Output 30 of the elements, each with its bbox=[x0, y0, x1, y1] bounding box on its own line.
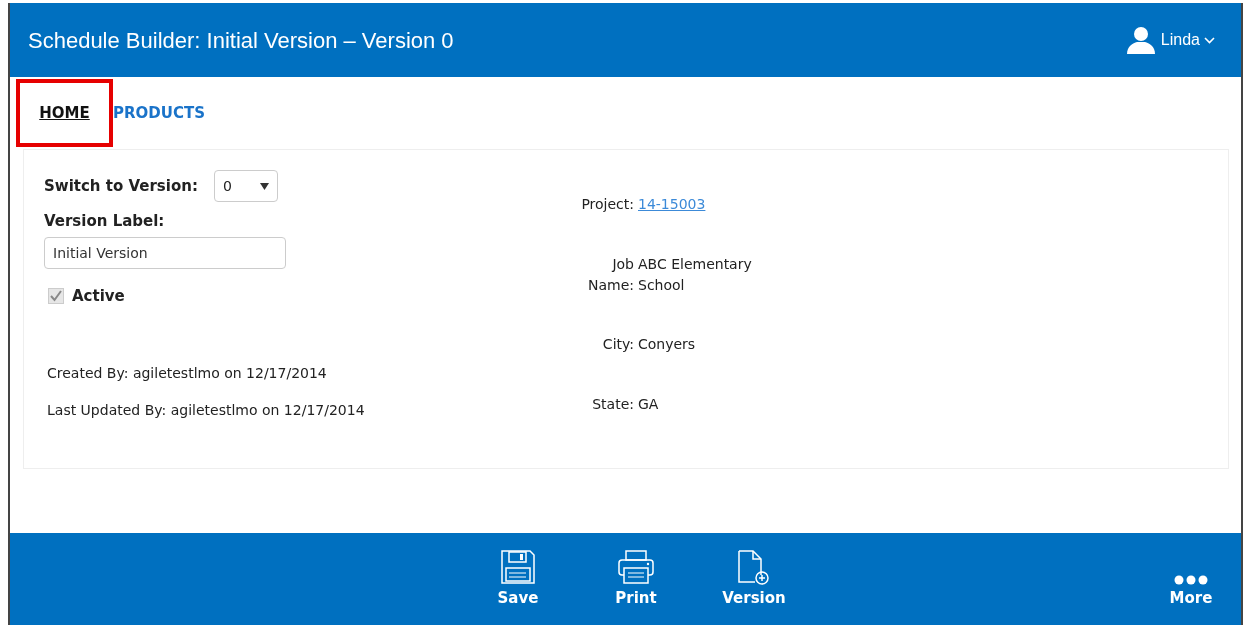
caret-icon bbox=[259, 182, 269, 190]
printer-icon bbox=[617, 548, 655, 585]
checkbox-label: Active bbox=[72, 285, 125, 307]
save-icon bbox=[500, 548, 536, 585]
project-link[interactable]: 14-15003 bbox=[638, 194, 778, 238]
detail-label: City: bbox=[601, 335, 634, 354]
audit-text: Last Updated By: agiletestlmo on 12/17/2014 bbox=[47, 401, 366, 420]
window-title: Schedule Builder: Initial Version – Version 0 bbox=[28, 26, 454, 55]
nav-tab[interactable]: HOME bbox=[39, 101, 90, 125]
toolbar-button[interactable]: Save bbox=[468, 548, 568, 609]
detail-value: ABC Elementary School bbox=[638, 254, 753, 295]
nav-tab[interactable]: PRODUCTS bbox=[113, 101, 205, 125]
field-label: Switch to Version: bbox=[44, 175, 198, 197]
detail-value: GA bbox=[638, 394, 660, 414]
toolbar-button[interactable]: Version bbox=[704, 548, 804, 609]
version-select[interactable]: 0 bbox=[213, 170, 278, 202]
more-icon bbox=[1174, 574, 1208, 585]
detail-value: Conyers bbox=[638, 335, 697, 354]
user-icon bbox=[1124, 26, 1157, 54]
version-label-field[interactable]: Initial Version bbox=[44, 236, 286, 269]
field-label: Version Label: bbox=[44, 211, 166, 232]
toolbar-button[interactable]: More bbox=[1141, 574, 1241, 609]
detail-label: Project: bbox=[580, 195, 634, 214]
new-document-icon bbox=[737, 548, 771, 585]
chevron-icon bbox=[1204, 36, 1215, 44]
toolbar-button[interactable]: Print bbox=[586, 548, 686, 609]
user-menu[interactable]: Linda bbox=[1118, 25, 1221, 55]
audit-text: Created By: agiletestlmo on 12/17/2014 bbox=[47, 364, 328, 383]
detail-label: State: bbox=[591, 394, 634, 414]
detail-label: Job Name: bbox=[586, 254, 634, 295]
